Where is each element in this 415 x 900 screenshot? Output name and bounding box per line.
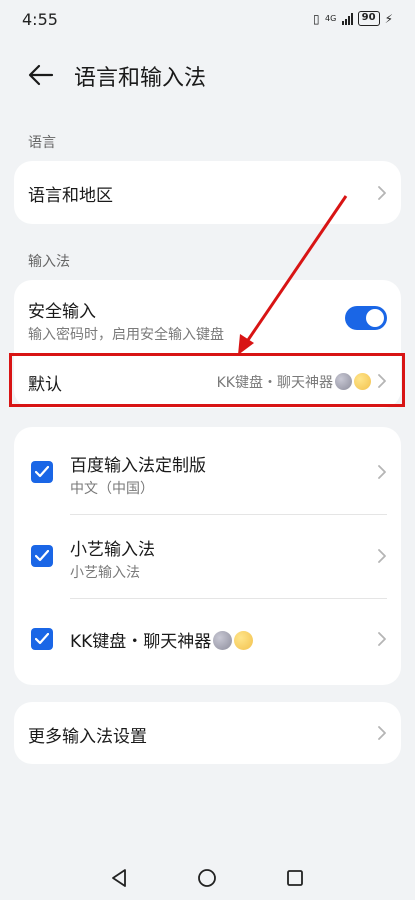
nav-home-button[interactable] (197, 868, 217, 888)
chevron-right-icon (378, 549, 386, 563)
checkmark-icon (35, 550, 49, 562)
more-settings-card[interactable]: 更多输入法设置 (14, 702, 401, 764)
input-method-item-xiaoyi[interactable]: 小艺输入法 小艺输入法 (14, 515, 401, 599)
annotation-highlight-box (9, 353, 405, 407)
vibrate-icon: ▯ (313, 11, 320, 26)
checkmark-icon (35, 466, 49, 478)
checkbox-kk[interactable] (31, 628, 53, 650)
input-method-name-wrap: KK键盘・聊天神器 (70, 627, 254, 652)
language-region-card[interactable]: 语言和地区 (14, 161, 401, 224)
checkbox-baidu[interactable] (31, 461, 53, 483)
back-arrow-icon (28, 64, 54, 86)
status-time: 4:55 (22, 10, 58, 29)
checkbox-xiaoyi[interactable] (31, 545, 53, 567)
network-type: 4G (324, 14, 337, 23)
secure-input-title: 安全输入 (28, 302, 96, 322)
smiling-face-emoji-icon (234, 631, 254, 650)
checkmark-icon (35, 633, 49, 645)
section-label-language: 语言 (28, 135, 56, 151)
input-method-subtitle: 中文（中国） (70, 481, 154, 497)
input-method-item-kk[interactable]: KK键盘・聊天神器 (14, 599, 401, 685)
charging-icon: ⚡ (384, 11, 393, 26)
chevron-right-icon (378, 632, 386, 646)
toggle-knob (366, 309, 384, 327)
input-method-list-card: 百度输入法定制版 中文（中国） 小艺输入法 小艺输入法 KK键盘・聊天神器 (14, 427, 401, 685)
battery-icon: 90 (357, 11, 380, 26)
back-button[interactable] (26, 60, 56, 90)
moon-face-emoji-icon (213, 631, 233, 650)
section-label-input: 输入法 (28, 254, 70, 270)
more-settings-label: 更多输入法设置 (28, 727, 147, 747)
input-method-item-baidu[interactable]: 百度输入法定制版 中文（中国） (14, 427, 401, 515)
input-method-subtitle: 小艺输入法 (70, 565, 140, 581)
status-bar: 4:55 ▯ 4G 90 ⚡ (0, 0, 415, 40)
input-method-name: 百度输入法定制版 (70, 456, 206, 476)
page-header: 语言和输入法 (0, 52, 415, 96)
nav-recents-button[interactable] (286, 869, 304, 887)
input-method-name: KK键盘・聊天神器 (70, 632, 212, 652)
secure-input-toggle[interactable] (345, 306, 387, 330)
page-title: 语言和输入法 (74, 66, 207, 91)
navigation-bar (0, 855, 415, 900)
nav-back-button[interactable] (110, 868, 128, 888)
input-method-name: 小艺输入法 (70, 540, 155, 560)
language-region-label: 语言和地区 (28, 186, 113, 206)
chevron-right-icon (378, 186, 386, 200)
signal-icon (341, 12, 353, 25)
chevron-right-icon (378, 726, 386, 740)
chevron-right-icon (378, 465, 386, 479)
status-icons: ▯ 4G 90 ⚡ (313, 11, 393, 26)
secure-input-subtitle: 输入密码时，启用安全输入键盘 (28, 327, 224, 343)
